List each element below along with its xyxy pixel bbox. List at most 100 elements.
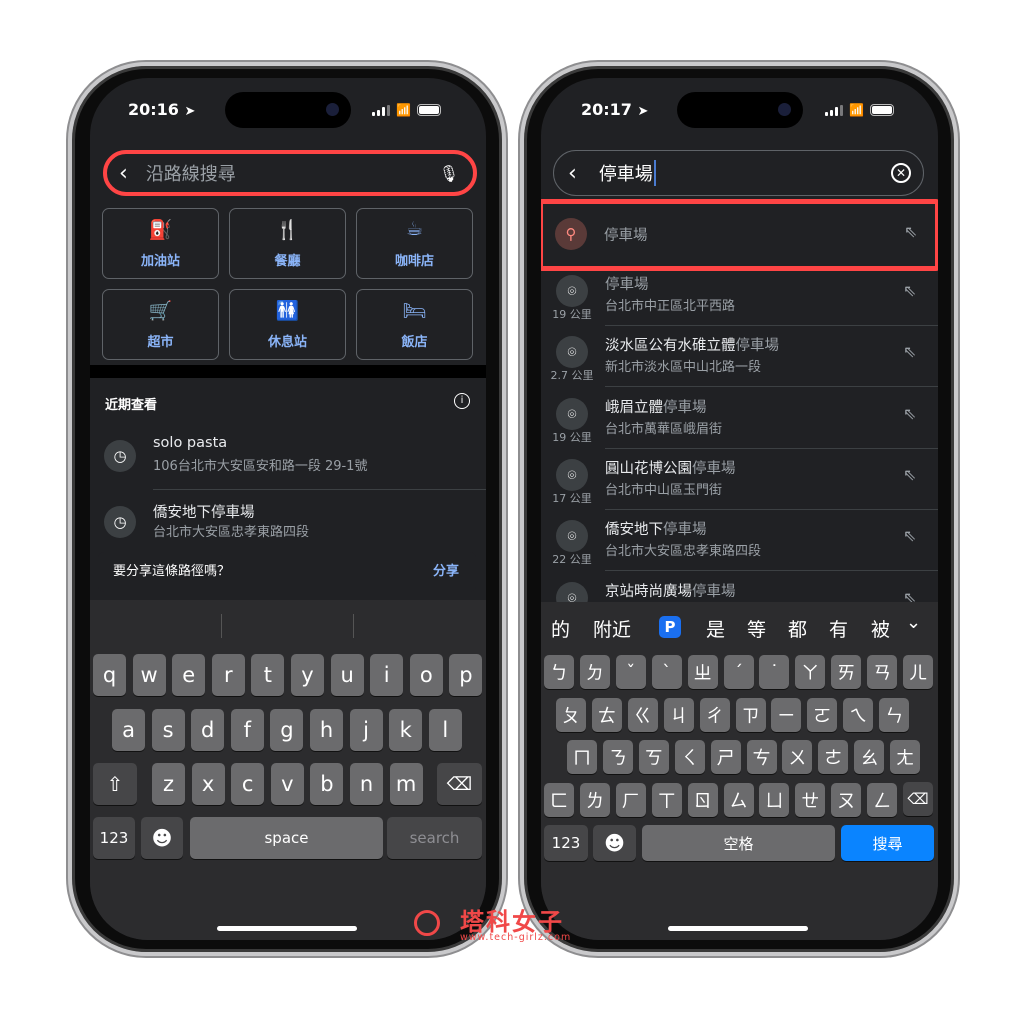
key-zhuyin[interactable]: ㄎ [638, 740, 669, 774]
key-zhuyin[interactable]: ㄏ [615, 782, 646, 817]
key-zhuyin[interactable]: ˊ [723, 655, 754, 689]
info-icon[interactable]: i [454, 393, 470, 409]
key-y[interactable]: y [291, 654, 324, 696]
key-zhuyin[interactable]: ㄠ [854, 740, 885, 774]
result-row[interactable]: ⌾ 17 公里 圓山花博公園停車場 台北市中山區玉門街 ⇖ [541, 458, 938, 520]
category-coffee[interactable]: ☕ 咖啡店 [356, 208, 473, 279]
key-zhuyin[interactable]: ˙ [759, 655, 790, 689]
key-v[interactable]: v [270, 763, 304, 805]
numbers-key[interactable]: 123 [93, 817, 135, 859]
key-zhuyin[interactable]: ˋ [651, 655, 682, 689]
key-zhuyin[interactable]: ㄤ [890, 740, 921, 774]
search-bar[interactable]: ‹ 停車場 ✕ [553, 150, 924, 196]
key-zhuyin[interactable]: ㄞ [831, 655, 862, 689]
key-k[interactable]: k [389, 708, 423, 751]
key-zhuyin[interactable]: ㄖ [687, 782, 718, 817]
key-i[interactable]: i [370, 654, 404, 696]
candidate-word[interactable]: 的 [551, 615, 570, 642]
candidate-word[interactable]: 等 [747, 615, 766, 642]
category-restroom[interactable]: 🚻 休息站 [229, 289, 346, 360]
key-zhuyin[interactable]: ㄩ [759, 782, 790, 817]
key-b[interactable]: b [310, 763, 344, 805]
back-icon[interactable]: ‹ [568, 161, 577, 186]
key-zhuyin[interactable]: ㄘ [746, 740, 777, 774]
fill-query-arrow-icon[interactable]: ⇖ [903, 465, 916, 484]
key-zhuyin[interactable]: ㄓ [687, 655, 718, 689]
backspace-key[interactable]: ⌫ [903, 782, 933, 816]
key-t[interactable]: t [251, 654, 285, 696]
key-u[interactable]: u [330, 654, 364, 696]
candidate-word[interactable]: 被 [871, 615, 890, 642]
mic-icon[interactable]: 🎙 [439, 164, 459, 183]
space-key[interactable]: space [190, 817, 383, 859]
fill-query-arrow-icon[interactable]: ⇖ [903, 342, 916, 361]
key-zhuyin[interactable]: ㄡ [831, 782, 862, 817]
key-w[interactable]: w [132, 654, 166, 696]
key-a[interactable]: a [112, 708, 145, 751]
key-zhuyin[interactable]: ㄟ [843, 697, 874, 732]
key-zhuyin[interactable]: ㄥ [867, 782, 898, 817]
key-zhuyin[interactable]: ㄦ [903, 655, 933, 689]
parking-emoji-candidate[interactable]: P [659, 616, 681, 638]
key-l[interactable]: l [428, 708, 462, 751]
category-hotel[interactable]: 🛏 飯店 [356, 289, 473, 360]
key-zhuyin[interactable]: ㄉ [579, 655, 610, 689]
search-key[interactable]: 搜尋 [841, 825, 934, 861]
key-f[interactable]: f [230, 708, 264, 751]
key-zhuyin[interactable]: ㄗ [735, 697, 766, 732]
key-zhuyin[interactable]: ㄨ [782, 740, 813, 774]
share-button[interactable]: 分享 [433, 560, 459, 579]
route-search-bar[interactable]: ‹ 沿路線搜尋 🎙 [103, 150, 477, 196]
fill-query-arrow-icon[interactable]: ⇖ [904, 222, 917, 241]
result-row[interactable]: ⌾ 19 公里 停車場 台北市中正區北平西路 ⇖ [541, 275, 938, 336]
fill-query-arrow-icon[interactable]: ⇖ [903, 404, 916, 423]
key-zhuyin[interactable]: ㄙ [723, 782, 754, 817]
fill-query-arrow-icon[interactable]: ⇖ [903, 526, 916, 545]
candidate-word[interactable]: 是 [706, 615, 725, 642]
key-j[interactable]: j [349, 708, 383, 751]
backspace-key[interactable]: ⌫ [437, 763, 482, 805]
key-r[interactable]: r [211, 654, 245, 696]
result-row[interactable]: ⌾ 2.7 公里 淡水區公有水碓立體停車場 新北市淡水區中山北路一段 ⇖ [541, 336, 938, 397]
key-q[interactable]: q [93, 654, 126, 696]
category-restaurant[interactable]: 🍴 餐廳 [229, 208, 346, 279]
key-zhuyin[interactable]: ㄈ [544, 782, 574, 817]
key-c[interactable]: c [231, 763, 265, 805]
clear-icon[interactable]: ✕ [891, 163, 911, 183]
key-zhuyin[interactable]: ㄊ [591, 697, 622, 732]
route-search-input[interactable]: 沿路線搜尋 [146, 160, 236, 186]
result-row[interactable]: ⌾ 19 公里 峨眉立體停車場 台北市萬華區峨眉街 ⇖ [541, 397, 938, 459]
key-zhuyin[interactable]: ㄋ [602, 740, 633, 774]
recent-item[interactable]: ◷ 僑安地下停車場 台北市大安區忠孝東路四段 [90, 499, 486, 549]
key-zhuyin[interactable]: ㄝ [795, 782, 826, 817]
key-zhuyin[interactable]: ㄕ [710, 740, 741, 774]
key-zhuyin[interactable]: ㄑ [674, 740, 705, 774]
category-gas-station[interactable]: ⛽ 加油站 [102, 208, 219, 279]
key-zhuyin[interactable]: ˇ [615, 655, 646, 689]
search-key[interactable]: search [387, 817, 482, 859]
key-zhuyin[interactable]: ㄧ [771, 697, 802, 732]
emoji-key[interactable]: ☻ [593, 825, 636, 861]
key-zhuyin[interactable]: ㄛ [807, 697, 838, 732]
key-d[interactable]: d [191, 708, 225, 751]
space-key[interactable]: 空格 [642, 825, 835, 861]
candidate-word[interactable]: 附近 [593, 615, 631, 642]
category-cart[interactable]: 🛒 超市 [102, 289, 219, 360]
key-n[interactable]: n [350, 763, 383, 805]
shift-key[interactable]: ⇧ [93, 763, 137, 805]
key-g[interactable]: g [270, 708, 304, 751]
expand-candidates-chevron-icon[interactable]: ⌄ [906, 612, 921, 633]
key-zhuyin[interactable]: ㄌ [579, 782, 610, 817]
numbers-key[interactable]: 123 [544, 825, 588, 861]
key-zhuyin[interactable]: ㄍ [627, 697, 658, 732]
key-o[interactable]: o [409, 654, 443, 696]
key-zhuyin[interactable]: ㄔ [699, 697, 730, 732]
key-s[interactable]: s [151, 708, 185, 751]
key-p[interactable]: p [449, 654, 483, 696]
key-x[interactable]: x [191, 763, 225, 805]
recent-item[interactable]: ◷ solo pasta 106台北市大安區安和路一段 29-1號 [90, 433, 486, 483]
key-zhuyin[interactable]: ㄐ [663, 697, 694, 732]
back-icon[interactable]: ‹ [119, 161, 128, 186]
search-input[interactable]: 停車場 [599, 160, 656, 186]
result-row[interactable]: ⌾ 22 公里 僑安地下停車場 台北市大安區忠孝東路四段 ⇖ [541, 520, 938, 581]
